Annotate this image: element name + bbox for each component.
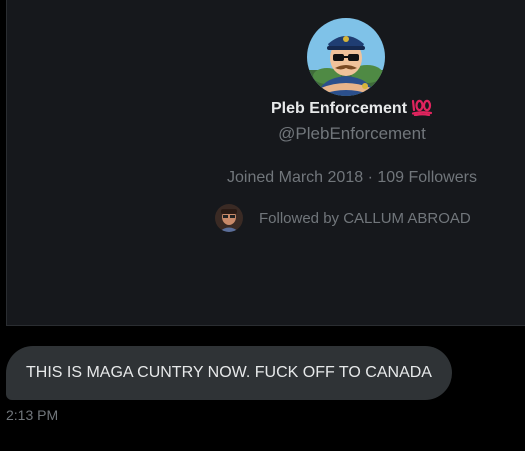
message-bubble[interactable]: THIS IS MAGA CUNTRY NOW. FUCK OFF TO CAN… (6, 346, 452, 400)
police-officer-cartoon-avatar (307, 18, 385, 96)
profile-card[interactable]: Pleb Enforcement @PlebEnforcement Joined… (6, 0, 525, 326)
follower-avatar (215, 204, 243, 232)
display-name-row: Pleb Enforcement (7, 98, 525, 121)
followers-count[interactable]: 109 Followers (377, 169, 477, 186)
followed-by-row[interactable]: Followed by CALLUM ABROAD (215, 203, 471, 233)
display-name[interactable]: Pleb Enforcement (271, 100, 407, 117)
joined-date: Joined March 2018 (227, 169, 364, 186)
hundred-points-icon (411, 98, 433, 121)
profile-meta: Joined March 2018 · 109 Followers (7, 169, 525, 187)
profile-handle: @PlebEnforcement (278, 124, 426, 143)
followed-by-text: Followed by CALLUM ABROAD (259, 209, 471, 227)
message-timestamp: 2:13 PM (6, 407, 59, 423)
message-text: THIS IS MAGA CUNTRY NOW. FUCK OFF TO CAN… (26, 364, 432, 381)
dm-conversation: Pleb Enforcement @PlebEnforcement Joined… (0, 0, 525, 451)
profile-avatar[interactable] (307, 18, 385, 96)
meta-separator: · (363, 169, 378, 186)
